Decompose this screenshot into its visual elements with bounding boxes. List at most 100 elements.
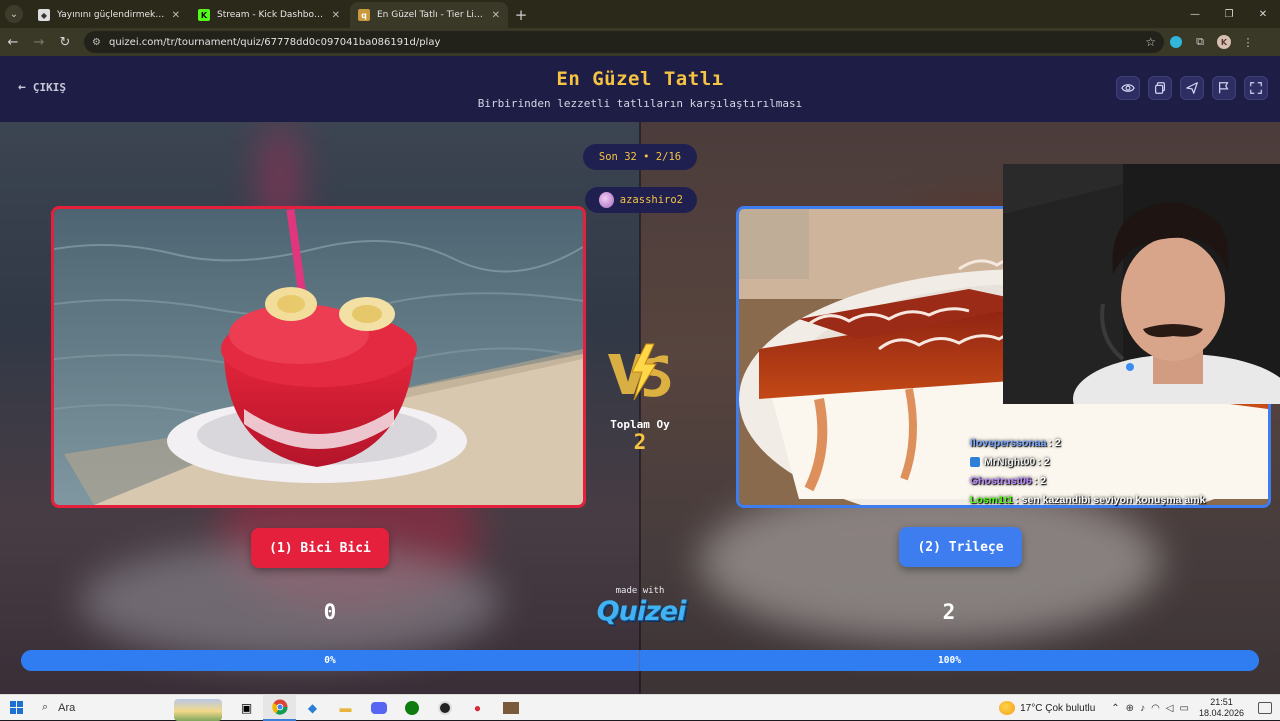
chat-message: Losm1t1 : sen kazandibi seviyon konuşma … xyxy=(970,490,1270,509)
address-bar-row: ← → ↻ ⚙ quizei.com/tr/tournament/quiz/67… xyxy=(0,28,1280,56)
network-icon[interactable]: ⊕ xyxy=(1126,703,1134,714)
profile-avatar[interactable]: K xyxy=(1212,30,1236,54)
page-header: ← ÇIKIŞ En Güzel Tatlı Birbirinden lezze… xyxy=(0,56,1280,122)
chevron-down-icon: ⌄ xyxy=(5,5,23,23)
shield-icon: ◆ xyxy=(38,9,50,21)
avatar xyxy=(599,192,614,208)
chat-message: MrNight00 : 2 xyxy=(970,452,1270,471)
browser-tab-strip: ⌄ ◆ Yayınını güçlendirmek için en iyi...… xyxy=(0,0,1280,28)
tray-icons: ⌃ ⊕ ♪ ◠ ◁ ▭ xyxy=(1111,703,1189,714)
notification-icon[interactable] xyxy=(1258,702,1272,714)
close-icon[interactable]: ✕ xyxy=(332,10,340,21)
stream-chat-overlay: Iloveperssonaa : 2 MrNight00 : 2 Ghostru… xyxy=(970,433,1270,509)
reload-icon[interactable]: ↻ xyxy=(52,29,78,55)
forward-icon[interactable]: → xyxy=(26,29,52,55)
puzzle-icon[interactable]: ⧉ xyxy=(1188,30,1212,54)
window-controls: — ❐ ✕ xyxy=(1178,0,1280,28)
discord-icon[interactable] xyxy=(362,695,395,721)
map-pin-icon[interactable]: ● xyxy=(461,695,494,721)
search-icon: ⌕ xyxy=(42,701,49,713)
chat-username: Iloveperssonaa xyxy=(970,436,1047,449)
weather-icon xyxy=(999,701,1016,715)
left-score: 0 xyxy=(323,600,337,624)
close-icon[interactable]: ✕ xyxy=(492,10,500,21)
webcam-video xyxy=(1003,164,1280,404)
chat-username: Ghostrust06 xyxy=(970,474,1032,487)
vscode-icon[interactable]: ◆ xyxy=(296,695,329,721)
obs-icon[interactable] xyxy=(428,695,461,721)
send-icon[interactable] xyxy=(1180,76,1204,100)
right-percent: 100% xyxy=(639,650,1259,671)
tab-title: Yayınını güçlendirmek için en iyi... xyxy=(57,10,166,20)
browser-tab-3[interactable]: q En Güzel Tatlı - Tier List, Kör Sa... … xyxy=(350,2,508,28)
username: azasshiro2 xyxy=(619,194,683,206)
chat-text: : 2 xyxy=(1037,455,1050,468)
eye-icon[interactable] xyxy=(1116,76,1140,100)
taskbar-apps: ▣ ◆ ▬ ● xyxy=(230,694,527,721)
bici-bici-image xyxy=(54,209,583,505)
tab-title: En Güzel Tatlı - Tier List, Kör Sa... xyxy=(377,10,486,20)
windows-taskbar: ⌕ Ara ▣ ◆ ▬ ● 17°C Çok bulutlu ⌃ ⊕ ♪ ◠ ◁… xyxy=(0,694,1280,721)
chat-message: Iloveperssonaa : 2 xyxy=(970,433,1270,452)
bookmark-star-icon[interactable]: ☆ xyxy=(1145,35,1156,49)
fullscreen-icon[interactable] xyxy=(1244,76,1268,100)
vote-progress-bar: 0% 100% xyxy=(21,650,1259,671)
kick-icon: K xyxy=(198,9,210,21)
browser-tab-2[interactable]: K Stream - Kick Dashboard ✕ xyxy=(190,2,348,28)
quizei-icon: q xyxy=(358,9,370,21)
chat-text: : 2 xyxy=(1048,436,1061,449)
tab-title: Stream - Kick Dashboard xyxy=(217,10,326,20)
chevron-up-icon[interactable]: ⌃ xyxy=(1111,703,1119,714)
minimize-icon[interactable]: — xyxy=(1178,0,1212,28)
taskbar-search[interactable]: ⌕ Ara xyxy=(32,697,222,721)
app-icon[interactable] xyxy=(494,695,527,721)
weather-widget[interactable]: 17°C Çok bulutlu xyxy=(999,701,1095,715)
quizei-logo[interactable]: Quizei xyxy=(596,596,687,627)
more-menu-icon[interactable]: ⋮ xyxy=(1236,30,1260,54)
volume-icon[interactable]: ◁ xyxy=(1166,703,1174,714)
copy-icon[interactable] xyxy=(1148,76,1172,100)
chat-message: Ghostrust06 : 2 xyxy=(970,471,1270,490)
versus-icon xyxy=(608,343,671,401)
url-field[interactable]: ⚙ quizei.com/tr/tournament/quiz/67778dd0… xyxy=(84,31,1164,53)
new-tab-button[interactable]: + xyxy=(508,2,534,28)
windows-start-icon[interactable] xyxy=(0,695,32,721)
extension-icon[interactable] xyxy=(1164,30,1188,54)
clock-date: 18.04.2026 xyxy=(1198,708,1244,718)
task-view-icon[interactable]: ▣ xyxy=(230,695,263,721)
browser-tab-1[interactable]: ◆ Yayınını güçlendirmek için en iyi... ✕ xyxy=(30,2,188,28)
site-settings-icon[interactable]: ⚙ xyxy=(92,37,101,48)
url-text: quizei.com/tr/tournament/quiz/67778dd0c0… xyxy=(108,36,441,48)
microphone-icon[interactable]: ♪ xyxy=(1140,703,1145,714)
close-icon[interactable]: ✕ xyxy=(172,10,180,21)
made-with-label: made with xyxy=(615,586,665,596)
total-votes-value: 2 xyxy=(633,430,647,454)
vote-left-button[interactable]: (1) Bici Bici xyxy=(251,528,389,568)
option-card-left[interactable] xyxy=(51,206,586,508)
chrome-icon[interactable] xyxy=(263,694,296,721)
header-toolbar xyxy=(1116,76,1268,100)
chat-username: MrNight00 xyxy=(984,455,1036,468)
badge-icon xyxy=(970,456,980,467)
tab-search-button[interactable]: ⌄ xyxy=(0,0,28,28)
search-label: Ara xyxy=(58,701,76,714)
battery-icon[interactable]: ▭ xyxy=(1180,703,1189,714)
close-window-icon[interactable]: ✕ xyxy=(1246,0,1280,28)
right-score: 2 xyxy=(942,600,956,624)
taskbar-clock[interactable]: 21:51 18.04.2026 xyxy=(1199,697,1244,719)
vote-right-button[interactable]: (2) Trileçe xyxy=(899,527,1022,567)
webcam-overlay xyxy=(1003,164,1280,404)
chat-text: : sen kazandibi seviyon konuşma amk xyxy=(1015,493,1206,506)
back-icon[interactable]: ← xyxy=(0,29,26,55)
left-percent: 0% xyxy=(21,650,639,671)
weather-text: 17°C Çok bulutlu xyxy=(1020,702,1096,714)
round-indicator: Son 32 • 2/16 xyxy=(583,144,697,170)
flag-icon[interactable] xyxy=(1212,76,1236,100)
xbox-icon[interactable] xyxy=(395,695,428,721)
user-badge: azasshiro2 xyxy=(585,187,697,213)
wifi-icon[interactable]: ◠ xyxy=(1151,703,1160,714)
page-title: En Güzel Tatlı xyxy=(556,68,724,90)
file-explorer-icon[interactable]: ▬ xyxy=(329,695,362,721)
chat-text: : 2 xyxy=(1033,474,1047,487)
restore-icon[interactable]: ❐ xyxy=(1212,0,1246,28)
